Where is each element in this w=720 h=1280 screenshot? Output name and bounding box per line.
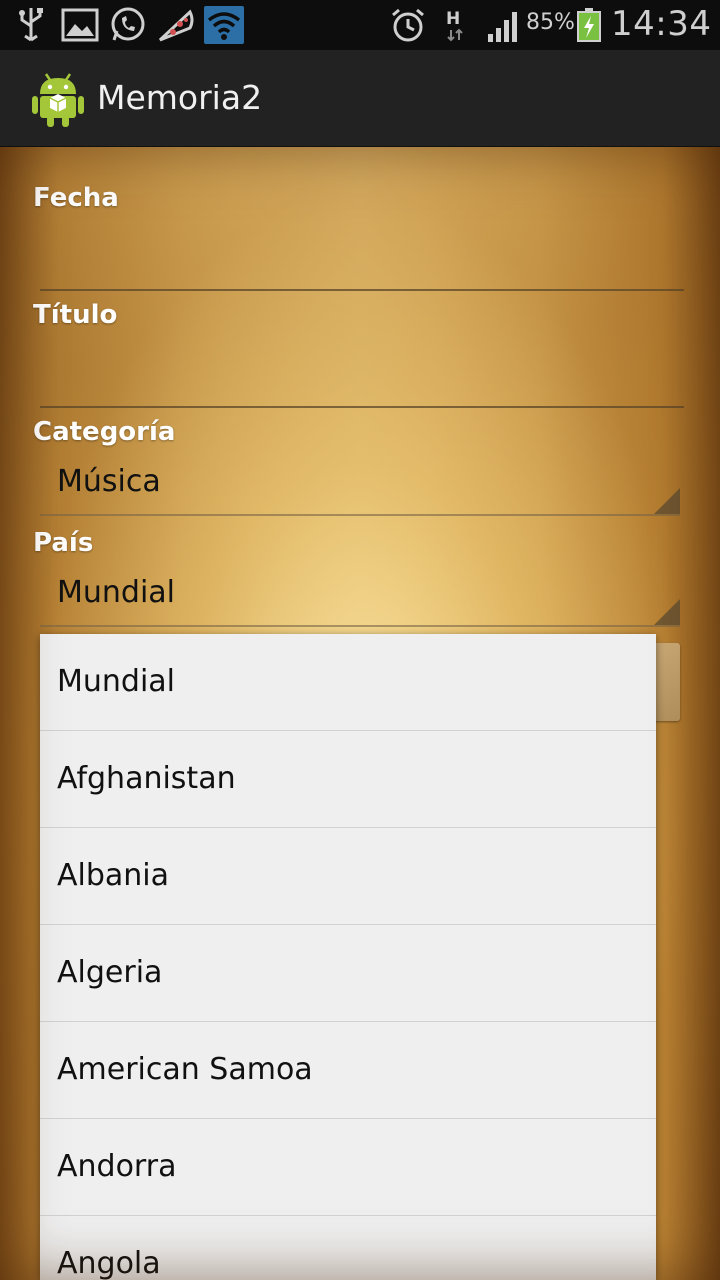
pais-label: País xyxy=(33,528,94,558)
battery-charging-icon xyxy=(577,8,601,42)
app-title: Memoria2 xyxy=(97,78,263,117)
android-logo[interactable] xyxy=(30,68,86,128)
dropdown-item-andorra[interactable]: Andorra xyxy=(40,1119,656,1216)
titulo-label: Título xyxy=(33,300,118,330)
h-data-icon: H xyxy=(446,9,463,42)
clock: 14:34 xyxy=(611,4,712,44)
gallery-icon xyxy=(61,8,99,42)
dropdown-item-label: Andorra xyxy=(57,1149,177,1184)
dropdown-item-label: Algeria xyxy=(57,955,163,990)
dropdown-item-label: Afghanistan xyxy=(57,761,236,796)
dropdown-item-afghanistan[interactable]: Afghanistan xyxy=(40,731,656,828)
alarm-icon xyxy=(392,8,424,42)
fecha-field[interactable] xyxy=(40,233,684,291)
battery-percent: 85% xyxy=(526,10,575,35)
dropdown-item-label: Angola xyxy=(57,1246,161,1280)
pais-spinner[interactable]: Mundial xyxy=(40,565,680,627)
categoria-value: Música xyxy=(57,464,161,499)
pais-dropdown-list: Mundial Afghanistan Albania Algeria Amer… xyxy=(40,634,656,1280)
dropdown-item-american-samoa[interactable]: American Samoa xyxy=(40,1022,656,1119)
spinner-arrow-icon xyxy=(654,599,680,625)
form-content: Fecha Título Categoría Música País Mundi… xyxy=(0,147,720,1280)
titulo-field[interactable] xyxy=(40,350,684,408)
categoria-spinner[interactable]: Música xyxy=(40,454,680,516)
wifi-icon xyxy=(204,6,244,44)
pizza-icon xyxy=(158,9,194,42)
whatsapp-icon xyxy=(111,7,145,41)
categoria-label: Categoría xyxy=(33,417,176,447)
dropdown-item-label: Albania xyxy=(57,858,170,893)
svg-text:H: H xyxy=(446,9,460,29)
pais-value: Mundial xyxy=(57,575,176,610)
dropdown-item-angola[interactable]: Angola xyxy=(40,1216,656,1280)
action-bar: Memoria2 xyxy=(0,50,720,147)
dropdown-item-mundial[interactable]: Mundial xyxy=(40,634,656,731)
dropdown-item-label: Mundial xyxy=(57,664,176,699)
usb-icon xyxy=(19,8,43,42)
dropdown-item-algeria[interactable]: Algeria xyxy=(40,925,656,1022)
screen: H 85% 14:34 Memoria2 Fecha Título Catego… xyxy=(0,0,720,1280)
status-bar: H 85% 14:34 xyxy=(0,0,720,50)
dropdown-item-label: American Samoa xyxy=(57,1052,313,1087)
fecha-label: Fecha xyxy=(33,183,119,213)
spinner-arrow-icon xyxy=(654,488,680,514)
dropdown-item-albania[interactable]: Albania xyxy=(40,828,656,925)
signal-icon xyxy=(488,12,517,42)
